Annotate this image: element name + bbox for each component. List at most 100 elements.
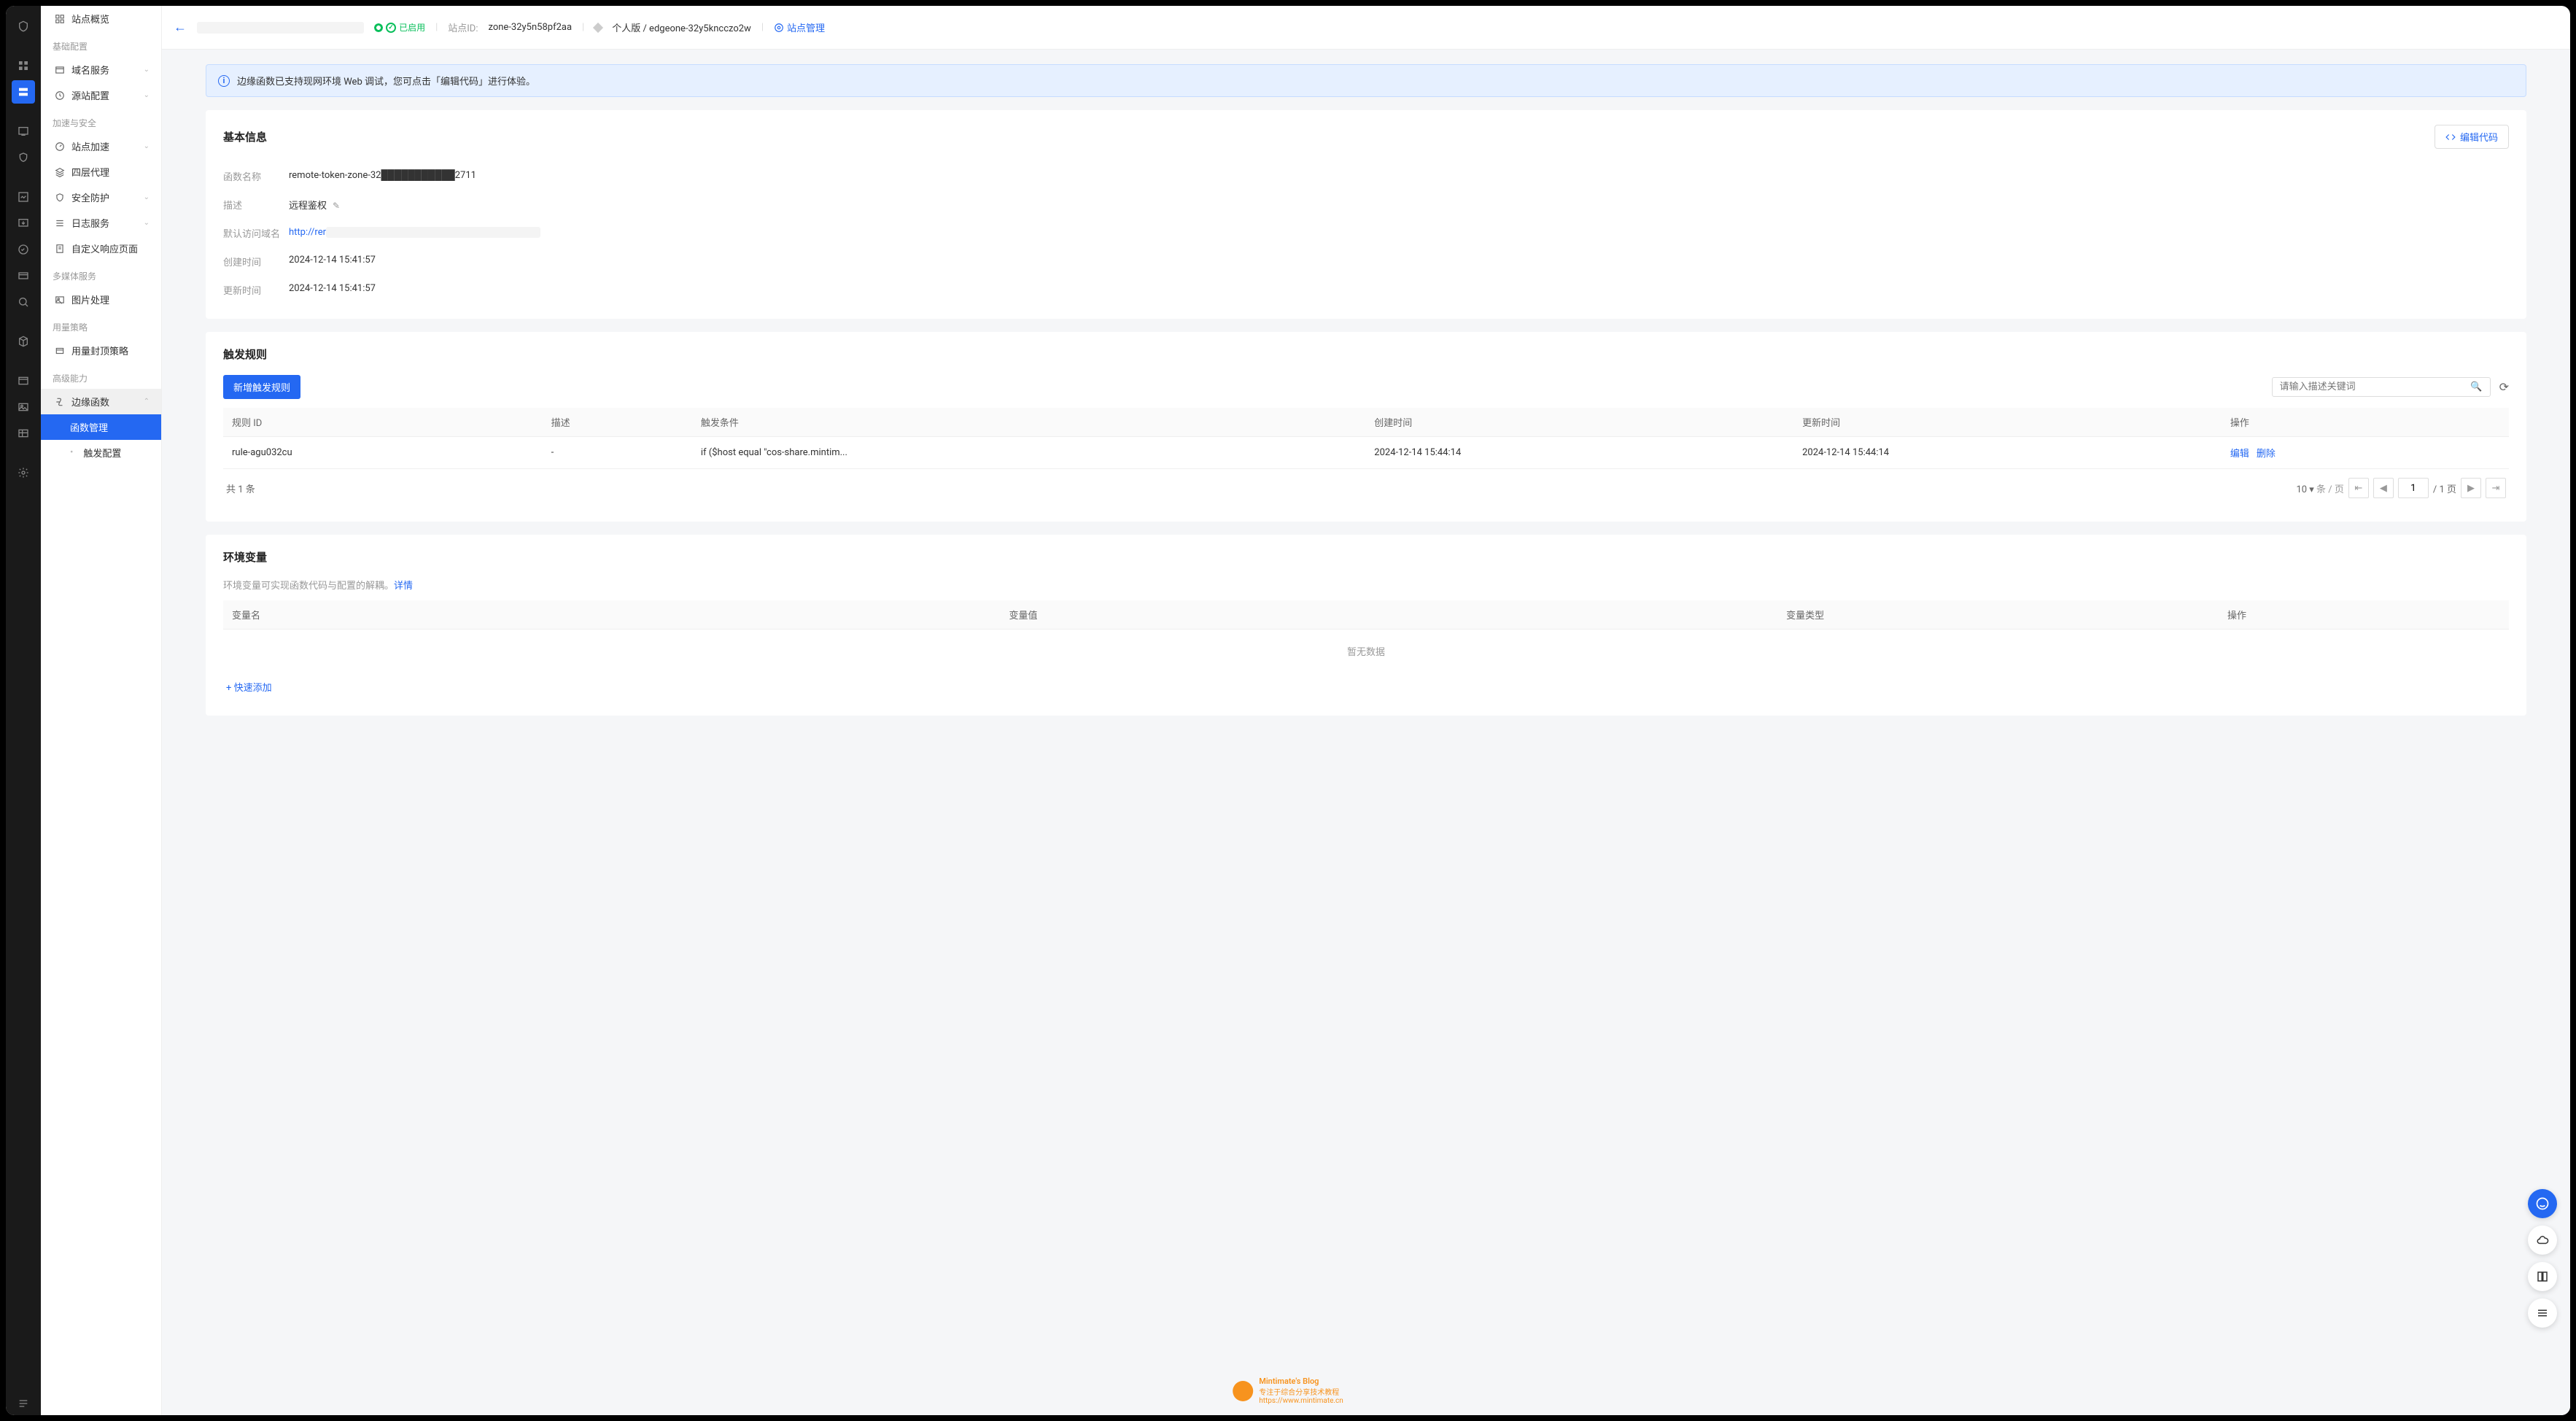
fn-created-label: 创建时间 [223,255,289,268]
refresh-icon[interactable]: ⟳ [2499,380,2509,394]
rule-search-input[interactable] [2280,382,2471,392]
env-hint: 环境变量可实现函数代码与配置的解耦。详情 [223,578,2509,592]
sidebar-item-origin[interactable]: 源站配置⌄ [41,82,161,108]
rule-delete-link[interactable]: 删除 [2257,449,2276,460]
nav-chart-icon[interactable] [12,185,35,209]
status-badge: 已启用 [374,21,425,34]
nav-cube-icon[interactable] [12,330,35,353]
domain-link[interactable]: http://rer [289,227,326,238]
col-rule-desc: 描述 [543,408,692,437]
cell-rule-updated: 2024-12-14 15:44:14 [1793,437,2222,469]
diamond-icon [593,22,603,32]
image-icon [54,294,66,306]
logo-icon[interactable] [12,15,35,38]
icon-bar [6,6,41,1415]
site-name-redacted: ████████████████████████ [197,22,364,34]
cell-rule-created: 2024-12-14 15:44:14 [1365,437,1793,469]
topbar: ← ████████████████████████ 已启用 | 站点ID: z… [162,6,2570,50]
alert-text: 边缘函数已支持现网环境 Web 调试，您可点击「编辑代码」进行体验。 [237,74,535,88]
nav-sites-icon[interactable] [12,80,35,104]
grid-icon [54,13,66,25]
nav-shield-icon[interactable] [12,146,35,169]
nav-card-icon[interactable] [12,264,35,287]
check-icon [386,23,396,33]
sidebar-sub-fnmanage[interactable]: 函数管理 [41,414,161,440]
sidebar-item-domain[interactable]: 域名服务⌄ [41,57,161,82]
nav-activity-icon[interactable] [12,238,35,261]
menu-icon[interactable] [2528,1298,2557,1328]
fn-domain-value: http://rer██████████████████████████████… [289,226,540,240]
env-table: 变量名 变量值 变量类型 操作 [223,600,2509,630]
search-icon[interactable]: 🔍 [2470,382,2482,392]
pager-total: 共 1 条 [226,481,255,495]
plan-value: 个人版 / edgeone-32y5kncczo2w [612,20,751,34]
nav-monitor-icon[interactable] [12,120,35,143]
site-manage-link[interactable]: 站点管理 [774,20,825,34]
nav-settings-icon[interactable] [12,461,35,484]
pager-last-button[interactable]: ⇥ [2486,478,2506,498]
info-alert: i 边缘函数已支持现网环境 Web 调试，您可点击「编辑代码」进行体验。 [206,64,2526,97]
cell-rule-ops: 编辑删除 [2222,437,2509,469]
sidebar-item-custompage[interactable]: 自定义响应页面 [41,236,161,261]
fn-domain-label: 默认访问域名 [223,226,289,240]
pencil-icon[interactable]: ✎ [333,201,340,211]
col-rule-updated: 更新时间 [1793,408,2222,437]
sidebar-item-l4proxy[interactable]: 四层代理 [41,159,161,185]
nav-download-icon[interactable] [12,212,35,235]
pager-first-button[interactable]: ⇤ [2348,478,2369,498]
pager-size[interactable]: 10 ▾ 条 / 页 [2296,481,2343,495]
sidebar-group-basic: 基础配置 [41,31,161,57]
add-rule-button[interactable]: 新增触发规则 [223,375,300,399]
book-icon[interactable] [2528,1262,2557,1291]
env-quick-add-link[interactable]: + 快速添加 [223,673,275,701]
env-title: 环境变量 [223,549,267,565]
sidebar-group-media: 多媒体服务 [41,261,161,287]
cap-icon [54,345,66,357]
env-empty-text: 暂无数据 [223,630,2509,673]
nav-collapse-icon[interactable] [12,1392,35,1415]
col-env-ops: 操作 [2219,600,2509,630]
sidebar-item-usagecap[interactable]: 用量封顶策略 [41,338,161,363]
nav-table-icon[interactable] [12,422,35,445]
pager-next-button[interactable]: ▶ [2461,478,2481,498]
sidebar-overview[interactable]: 站点概览 [41,6,161,31]
chevron-down-icon: ⌄ [144,142,150,150]
sidebar-item-edgefn[interactable]: 边缘函数⌃ [41,389,161,414]
edit-code-button[interactable]: 编辑代码 [2435,125,2509,149]
env-detail-link[interactable]: 详情 [394,581,413,592]
nav-window-icon[interactable] [12,369,35,392]
rules-title: 触发规则 [223,346,267,362]
sidebar: 站点概览 基础配置 域名服务⌄ 源站配置⌄ 加速与安全 站点加速⌄ 四层代理 安… [41,6,162,1415]
nav-image-icon[interactable] [12,395,35,419]
info-icon: i [218,75,230,87]
sidebar-overview-label: 站点概览 [71,12,109,26]
col-env-type: 变量类型 [1777,600,2219,630]
sidebar-sub-trigger[interactable]: •触发配置 [41,440,161,465]
sidebar-item-accel[interactable]: 站点加速⌄ [41,133,161,159]
page-icon [54,243,66,255]
sidebar-item-image[interactable]: 图片处理 [41,287,161,312]
col-env-value: 变量值 [1001,600,1778,630]
nav-grid-icon[interactable] [12,54,35,77]
rules-table: 规则 ID 描述 触发条件 创建时间 更新时间 操作 rule-agu032cu… [223,408,2509,469]
shield-icon [54,192,66,204]
nav-search-icon[interactable] [12,290,35,314]
cloud-icon[interactable] [2528,1226,2557,1255]
trigger-rules-card: 触发规则 新增触发规则 🔍 ⟳ 规则 ID 描述 触发条件 创建时间 [206,332,2526,522]
rule-edit-link[interactable]: 编辑 [2230,449,2249,460]
sidebar-item-logs[interactable]: 日志服务⌄ [41,210,161,236]
cell-rule-cond: if ($host equal "cos-share.mintim... [692,437,1365,469]
fn-updated-label: 更新时间 [223,283,289,297]
support-icon[interactable] [2528,1189,2557,1218]
back-button[interactable]: ← [174,20,187,35]
pagination: 共 1 条 10 ▾ 条 / 页 ⇤ ◀ / 1 页 ▶ ⇥ [223,469,2509,507]
env-card: 环境变量 环境变量可实现函数代码与配置的解耦。详情 变量名 变量值 变量类型 操… [206,535,2526,716]
col-rule-id: 规则 ID [223,408,543,437]
pager-current-input[interactable] [2398,478,2429,498]
pager-prev-button[interactable]: ◀ [2373,478,2394,498]
sidebar-item-security[interactable]: 安全防护⌄ [41,185,161,210]
pager-total-pages: / 1 页 [2433,481,2456,495]
col-rule-ops: 操作 [2222,408,2509,437]
main-area: ← ████████████████████████ 已启用 | 站点ID: z… [162,6,2570,1415]
site-id-label: 站点ID: [448,20,478,34]
